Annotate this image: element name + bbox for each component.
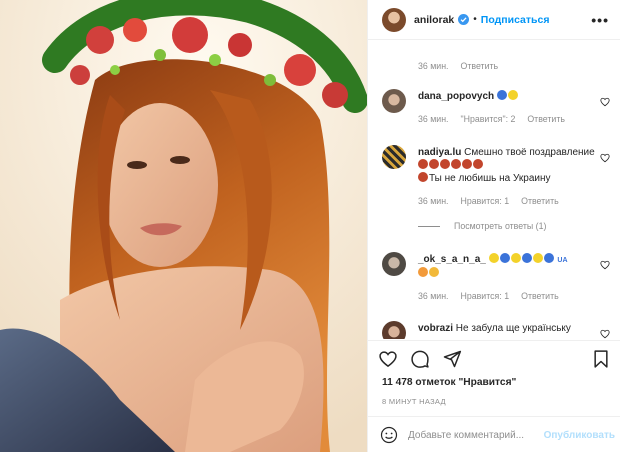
action-icons <box>378 349 462 369</box>
caption-meta: 36 мин. Ответить <box>382 61 610 71</box>
comment-input[interactable]: Добавьте комментарий... <box>408 430 544 441</box>
blue-heart-icon <box>543 253 554 263</box>
caption-time: 36 мин. <box>418 61 449 71</box>
devil-emoji-icon <box>429 159 439 169</box>
like-comment-icon[interactable] <box>600 153 610 163</box>
yellow-heart-icon <box>510 253 521 263</box>
devil-emoji-icon <box>418 159 428 169</box>
comments-list: 36 мин. Ответить dana_popovych 36 мин. "… <box>368 41 620 339</box>
like-comment-icon[interactable] <box>600 329 610 339</box>
comment-likes[interactable]: Нравится: 1 <box>461 195 510 208</box>
ua-flag-label: UA <box>557 257 568 264</box>
follow-button[interactable]: Подписаться <box>481 14 550 26</box>
comment-reply-button[interactable]: Ответить <box>521 290 559 303</box>
bookmark-icon[interactable] <box>591 349 611 369</box>
post-actions: 11 478 отметок "Нравится" 8 МИНУТ НАЗАД … <box>368 340 620 452</box>
devil-emoji-icon <box>418 172 428 182</box>
post-header: anilorak • Подписаться ••• <box>368 0 620 40</box>
view-replies-label[interactable]: Посмотреть ответы (1) <box>454 220 546 233</box>
save-post-button[interactable] <box>591 349 611 374</box>
heart-eyes-emoji-icon <box>418 267 428 277</box>
comment-username[interactable]: _ok_s_a_n_a_ <box>418 254 486 265</box>
separator-dot: • <box>473 14 477 25</box>
comment-text-line2: Ты не любишь на Украину <box>429 173 551 184</box>
comment-time: 36 мин. <box>418 291 449 301</box>
publish-button[interactable]: Опубликовать <box>544 430 615 441</box>
like-comment-icon[interactable] <box>600 260 610 270</box>
add-comment-bar: Добавьте комментарий... Опубликовать <box>368 416 620 452</box>
comment-time: 36 мин. <box>418 196 449 206</box>
blue-heart-icon <box>496 90 507 100</box>
commenter-avatar[interactable] <box>382 321 406 339</box>
devil-emoji-icon <box>462 159 472 169</box>
commenter-avatar[interactable] <box>382 252 406 276</box>
yellow-heart-icon <box>488 253 499 263</box>
comment-username[interactable]: vobrazi <box>418 323 453 334</box>
share-send-icon[interactable] <box>442 349 462 369</box>
post-timestamp: 8 МИНУТ НАЗАД <box>382 397 446 406</box>
comment-likes[interactable]: Нравится: 1 <box>461 290 510 303</box>
blue-heart-icon <box>521 253 532 263</box>
devil-emoji-icon <box>451 159 461 169</box>
replies-divider <box>418 226 440 227</box>
yellow-heart-icon <box>507 90 518 100</box>
view-replies-button[interactable]: Посмотреть ответы (1) <box>418 220 596 233</box>
post-side-panel: anilorak • Подписаться ••• 36 мин. Ответ… <box>367 0 620 452</box>
caption-reply-button[interactable]: Ответить <box>461 61 499 71</box>
devil-emoji-icon <box>473 159 483 169</box>
author-avatar[interactable] <box>382 7 406 32</box>
smile-emoji-icon <box>429 267 439 277</box>
comment-username[interactable]: dana_popovych <box>418 91 494 102</box>
portrait-illustration <box>0 0 367 452</box>
blue-heart-icon <box>499 253 510 263</box>
comment-reply-button[interactable]: Ответить <box>527 113 565 126</box>
commenter-avatar[interactable] <box>382 145 406 169</box>
comment-username[interactable]: nadiya.lu <box>418 147 461 158</box>
comment-text: Смешно твоё поздравление <box>464 147 595 158</box>
comment-bubble-icon[interactable] <box>410 349 430 369</box>
author-username[interactable]: anilorak <box>414 14 454 26</box>
commenter-avatar[interactable] <box>382 89 406 113</box>
likes-count[interactable]: 11 478 отметок "Нравится" <box>382 377 516 388</box>
comment-time: 36 мин. <box>418 114 449 124</box>
devil-emoji-icon <box>440 159 450 169</box>
comment-text: Не забула ще українську <box>455 323 571 334</box>
verified-badge-icon <box>458 14 470 25</box>
comment-reply-button[interactable]: Ответить <box>521 195 559 208</box>
yellow-heart-icon <box>532 253 543 263</box>
like-heart-icon[interactable] <box>378 349 398 369</box>
more-options-icon[interactable]: ••• <box>591 12 609 28</box>
post-photo[interactable] <box>0 0 367 452</box>
emoji-smiley-icon[interactable] <box>380 426 398 444</box>
comment-likes[interactable]: "Нравится": 2 <box>461 113 516 126</box>
like-comment-icon[interactable] <box>600 97 610 107</box>
